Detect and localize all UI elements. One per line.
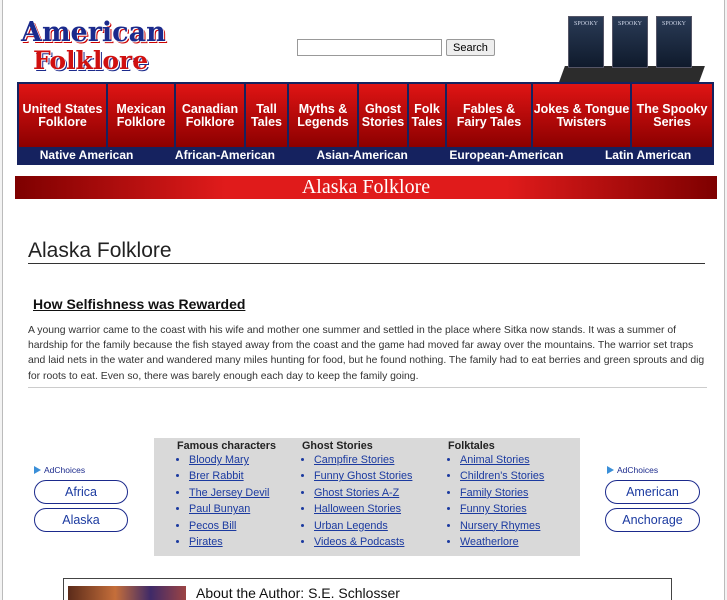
column-heading: Ghost Stories [302,440,373,452]
link-animal-stories[interactable]: Animal Stories [460,452,544,468]
link-paul-bunyan[interactable]: Paul Bunyan [189,501,276,517]
links-column-folktales: Folktales Animal Stories Children's Stor… [448,440,544,550]
nav-item-ghost[interactable]: Ghost Stories [359,84,409,147]
link-urban-legends[interactable]: Urban Legends [314,518,412,534]
spooky-books-image[interactable]: SPOOKY SPOOKY SPOOKY [559,14,705,82]
book-cover: SPOOKY [612,16,648,68]
books-shadow [559,66,705,82]
adchoices-left[interactable]: AdChoices [34,465,85,475]
nav-item-asian-american[interactable]: Asian-American [316,148,407,162]
ad-link-american[interactable]: American [605,480,700,504]
site-logo[interactable]: American Folklore [21,18,171,78]
nav-item-spooky[interactable]: The Spooky Series [632,84,712,147]
link-pirates[interactable]: Pirates [189,534,276,550]
link-funny-stories[interactable]: Funny Stories [460,501,544,517]
link-halloween-stories[interactable]: Halloween Stories [314,501,412,517]
search-input[interactable] [297,39,442,56]
nav-item-fables[interactable]: Fables & Fairy Tales [447,84,533,147]
book-cover: SPOOKY [568,16,604,68]
related-links-box: Famous characters Bloody Mary Brer Rabbi… [154,438,580,556]
link-funny-ghost-stories[interactable]: Funny Ghost Stories [314,468,412,484]
link-pecos-bill[interactable]: Pecos Bill [189,518,276,534]
story-text: A young warrior came to the coast with h… [28,323,707,388]
link-videos-podcasts[interactable]: Videos & Podcasts [314,534,412,550]
nav-item-myths[interactable]: Myths & Legends [289,84,359,147]
ad-link-africa[interactable]: Africa [34,480,128,504]
link-bloody-mary[interactable]: Bloody Mary [189,452,276,468]
link-ghost-stories-a-z[interactable]: Ghost Stories A-Z [314,485,412,501]
nav-item-tall-tales[interactable]: Tall Tales [246,84,289,147]
search-form: Search [297,39,495,56]
link-nursery-rhymes[interactable]: Nursery Rhymes [460,518,544,534]
nav-item-latin-american[interactable]: Latin American [605,148,691,162]
nav-item-native-american[interactable]: Native American [40,148,134,162]
nav-item-united-states[interactable]: United States Folklore [19,84,108,147]
ad-link-alaska[interactable]: Alaska [34,508,128,532]
link-campfire-stories[interactable]: Campfire Stories [314,452,412,468]
story-title: How Selfishness was Rewarded [33,296,246,312]
adchoices-right[interactable]: AdChoices [607,465,658,475]
search-button[interactable]: Search [446,39,495,56]
author-title: About the Author: S.E. Schlosser [196,585,400,600]
adchoices-icon [607,466,614,474]
nav-item-jokes[interactable]: Jokes & Tongue Twisters [533,84,632,147]
adchoices-label: AdChoices [44,465,86,475]
column-heading: Famous characters [177,440,277,452]
column-heading: Folktales [448,440,495,452]
link-jersey-devil[interactable]: The Jersey Devil [189,485,276,501]
book-cover: SPOOKY [656,16,692,68]
page: American Folklore Search SPOOKY SPOOKY S… [2,0,725,600]
nav-item-european-american[interactable]: European-American [449,148,563,162]
links-column-famous: Famous characters Bloody Mary Brer Rabbi… [177,440,276,550]
adchoices-label: AdChoices [617,465,659,475]
author-box: About the Author: S.E. Schlosser [63,578,672,600]
link-brer-rabbit[interactable]: Brer Rabbit [189,468,276,484]
nav-item-canadian[interactable]: Canadian Folklore [176,84,246,147]
link-childrens-stories[interactable]: Children's Stories [460,468,544,484]
links-column-ghost: Ghost Stories Campfire Stories Funny Gho… [302,440,412,550]
ad-link-anchorage[interactable]: Anchorage [605,508,700,532]
section-banner: Alaska Folklore [15,176,717,199]
nav-top-row: United States Folklore Mexican Folklore … [19,84,712,147]
nav-bottom-row: Native American African-American Asian-A… [19,147,712,163]
link-family-stories[interactable]: Family Stories [460,485,544,501]
adchoices-icon [34,466,41,474]
logo-line-1: American [21,17,166,48]
nav-item-african-american[interactable]: African-American [175,148,275,162]
author-photo [68,586,186,600]
nav-item-folk-tales[interactable]: Folk Tales [409,84,447,147]
nav-item-mexican[interactable]: Mexican Folklore [108,84,176,147]
link-weatherlore[interactable]: Weatherlore [460,534,544,550]
page-title: Alaska Folklore [28,239,705,264]
logo-line-2: Folklore [33,46,149,75]
main-nav: United States Folklore Mexican Folklore … [17,82,714,165]
